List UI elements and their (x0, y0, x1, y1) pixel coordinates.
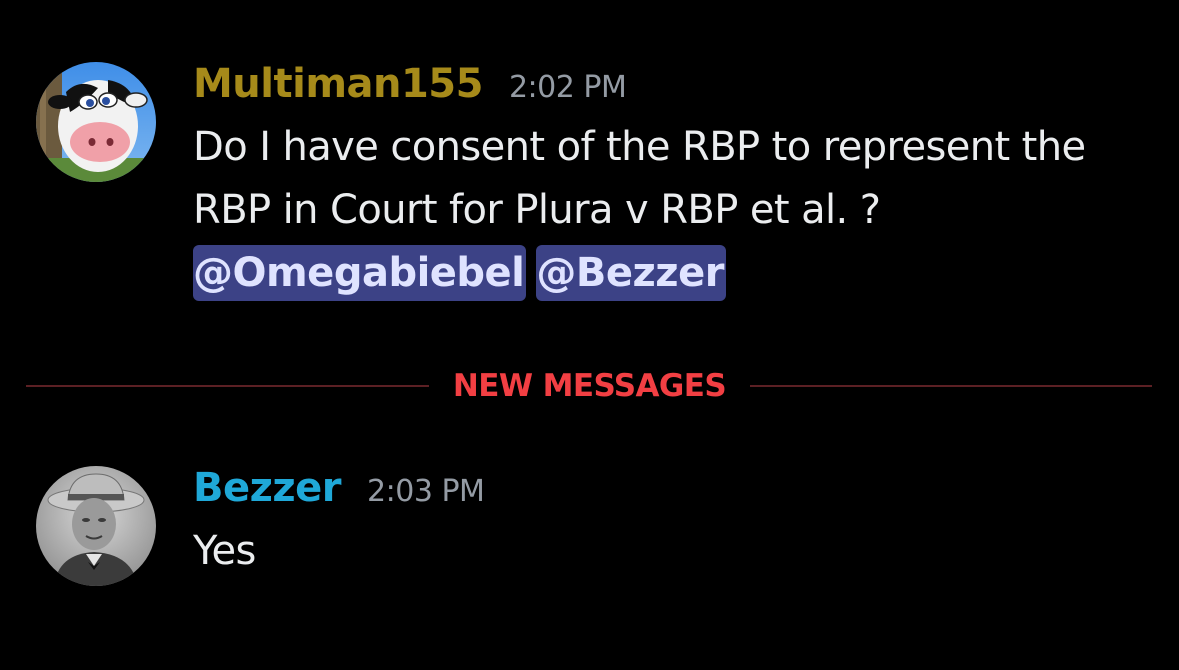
mention-omegabiebel[interactable]: @Omegabiebel (193, 245, 527, 301)
divider-line-left (26, 385, 429, 387)
mentions-row: @Omegabiebel @Bezzer (193, 242, 1149, 305)
portrait-avatar-icon (36, 466, 156, 586)
user-avatar[interactable] (36, 62, 156, 182)
message-content: Bezzer 2:03 PM Yes (193, 466, 1149, 583)
message-timestamp: 2:03 PM (367, 474, 485, 509)
new-messages-divider: NEW MESSAGES (26, 366, 1152, 406)
message-timestamp: 2:02 PM (508, 70, 627, 105)
cow-avatar-icon (36, 62, 156, 182)
message-body: Yes (193, 520, 1149, 583)
message-line: Do I have consent of the RBP to represen… (193, 124, 1086, 170)
divider-line-right (750, 385, 1152, 387)
user-avatar[interactable] (36, 466, 156, 586)
mention-bezzer[interactable]: @Bezzer (536, 245, 726, 301)
message-header: Bezzer 2:03 PM (193, 466, 1149, 510)
message-line: RBP in Court for Plura v RBP et al. ? (193, 187, 881, 233)
author-name[interactable]: Bezzer (193, 466, 342, 510)
author-name[interactable]: Multiman155 (193, 62, 483, 106)
message-body: Do I have consent of the RBP to represen… (193, 116, 1149, 305)
message-content: Multiman155 2:02 PM Do I have consent of… (193, 62, 1149, 305)
message-header: Multiman155 2:02 PM (193, 62, 1149, 106)
message-line: Yes (193, 528, 256, 574)
new-messages-label: NEW MESSAGES (452, 368, 727, 404)
